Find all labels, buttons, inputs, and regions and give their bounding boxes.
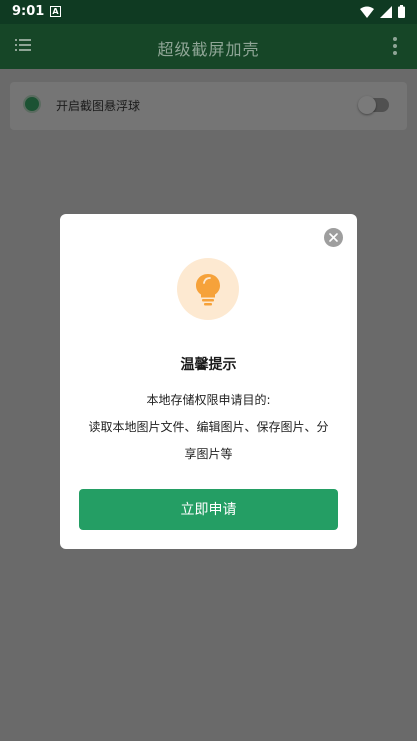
dialog-message-line: 享图片等 xyxy=(184,447,233,461)
status-bar: 9:01 A xyxy=(0,0,417,24)
floating-ball-switch[interactable] xyxy=(358,96,389,114)
app-title: 超级截屏加壳 xyxy=(157,40,260,59)
signal-icon xyxy=(380,5,392,18)
notification-icon: A xyxy=(50,6,61,17)
status-time: 9:01 xyxy=(12,4,45,19)
setting-indicator-icon xyxy=(23,95,41,113)
switch-knob xyxy=(358,96,376,114)
dialog-message-line: 读取本地图片文件、编辑图片、保存图片、分 xyxy=(88,420,329,434)
close-icon xyxy=(329,233,338,242)
dialog-message-line: 本地存储权限申请目的: xyxy=(146,393,271,407)
lightbulb-icon xyxy=(196,274,220,306)
setting-label: 开启截图悬浮球 xyxy=(56,99,141,113)
battery-icon xyxy=(398,5,405,18)
apply-now-button[interactable]: 立即申请 xyxy=(79,489,338,530)
status-icons xyxy=(360,5,405,18)
wifi-icon xyxy=(360,6,374,18)
permission-dialog: 温馨提示 本地存储权限申请目的: 读取本地图片文件、编辑图片、保存图片、分 享图… xyxy=(60,214,357,549)
dialog-title: 温馨提示 xyxy=(180,357,237,373)
floating-ball-setting[interactable]: 开启截图悬浮球 xyxy=(10,82,407,130)
hint-badge xyxy=(177,258,239,320)
more-options-icon[interactable] xyxy=(393,37,397,55)
app-bar: 超级截屏加壳 xyxy=(0,24,417,69)
close-button[interactable] xyxy=(324,228,343,247)
